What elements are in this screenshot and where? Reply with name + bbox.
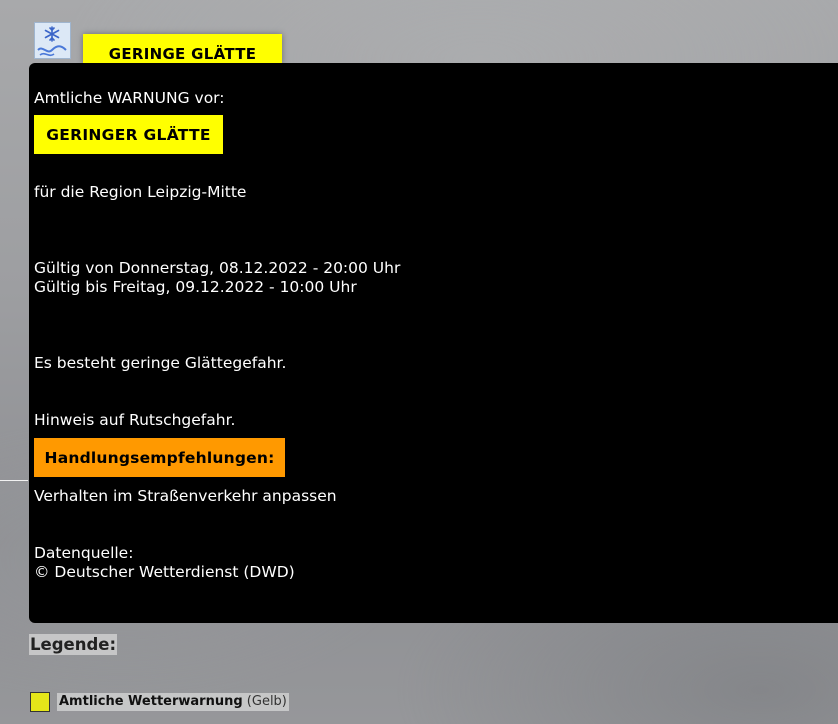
legend-swatch-yellow bbox=[30, 692, 50, 712]
warning-note-text: Hinweis auf Rutschgefahr. bbox=[34, 411, 236, 429]
background-divider-line bbox=[0, 480, 28, 481]
recommended-actions-text: Verhalten im Straßenverkehr anpassen bbox=[34, 487, 337, 505]
valid-to-text: Gültig bis Freitag, 09.12.2022 - 10:00 U… bbox=[34, 278, 357, 296]
warning-level-tab[interactable]: GERINGE GLÄTTE bbox=[83, 34, 282, 64]
legend-entry-qualifier: (Gelb) bbox=[246, 694, 287, 709]
valid-from-text: Gültig von Donnerstag, 08.12.2022 - 20:0… bbox=[34, 259, 401, 277]
warning-details-panel: Amtliche WARNUNG vor: GERINGER GLÄTTE fü… bbox=[29, 63, 838, 623]
legend-entry: Amtliche Wetterwarnung (Gelb) bbox=[57, 693, 289, 711]
warning-level-badge: GERINGER GLÄTTE bbox=[34, 115, 223, 154]
warning-intro-text: Amtliche WARNUNG vor: bbox=[34, 89, 225, 107]
legend-entry-label: Amtliche Wetterwarnung bbox=[59, 694, 243, 709]
warning-region-text: für die Region Leipzig-Mitte bbox=[34, 183, 247, 201]
recommended-actions-badge: Handlungsempfehlungen: bbox=[34, 438, 285, 477]
snow-ice-road-icon-graphic bbox=[37, 26, 67, 57]
warning-description-text: Es besteht geringe Glättegefahr. bbox=[34, 354, 287, 372]
legend-title: Legende: bbox=[29, 634, 118, 655]
snow-ice-road-icon[interactable] bbox=[34, 22, 71, 59]
data-source-label: Datenquelle: bbox=[34, 544, 134, 562]
data-source-text: © Deutscher Wetterdienst (DWD) bbox=[34, 563, 295, 581]
